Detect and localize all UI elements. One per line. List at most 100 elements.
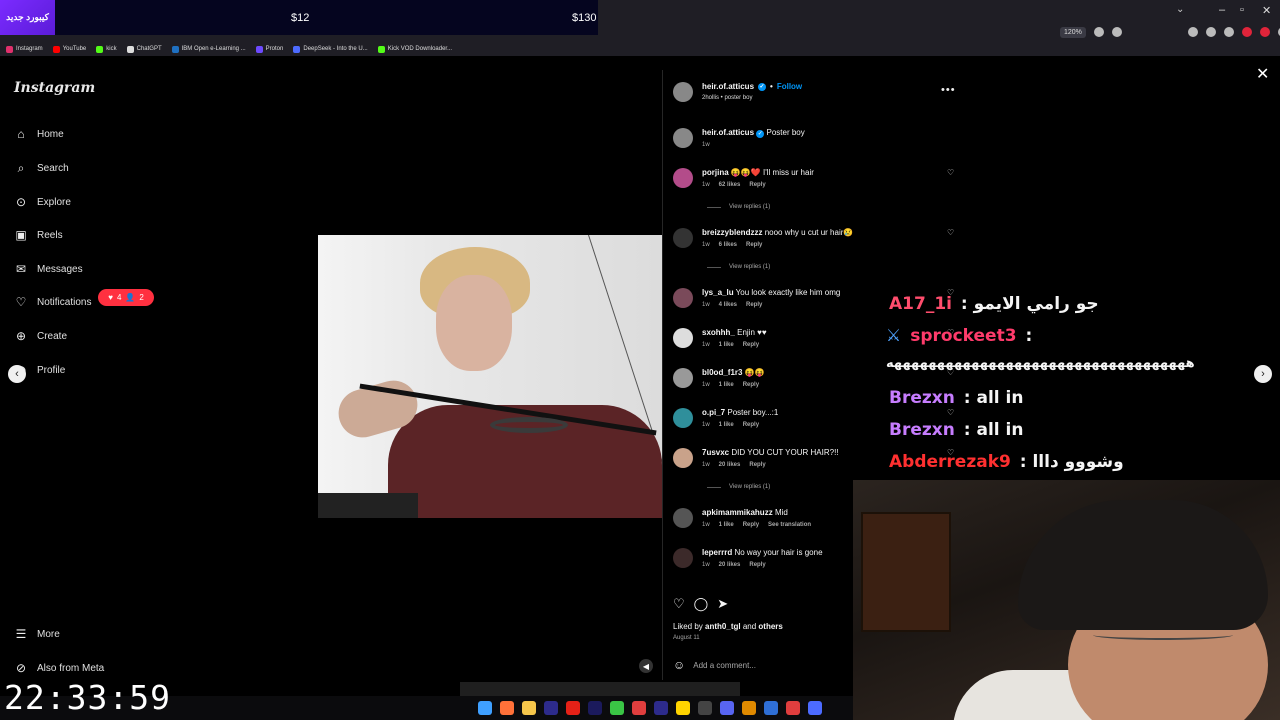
reader-icon[interactable]	[1093, 27, 1104, 37]
view-replies-button[interactable]: View replies (1)	[707, 264, 770, 270]
comment-user[interactable]: sxohhh_	[702, 328, 735, 337]
prev-post-button[interactable]: ‹	[8, 365, 26, 383]
sidebar-item-more[interactable]: ☰ More	[14, 627, 60, 641]
reply-button[interactable]: Reply	[743, 422, 759, 428]
comment-user[interactable]: leperrrd	[702, 548, 732, 557]
avatar[interactable]	[673, 168, 693, 188]
comment-like-icon[interactable]: ♡	[947, 408, 954, 417]
zoom-level[interactable]: 120%	[1060, 26, 1086, 38]
share-icon[interactable]: ➤	[717, 596, 728, 612]
comment-likes[interactable]: 62 likes	[719, 182, 741, 188]
windows-start-icon[interactable]	[478, 701, 492, 715]
bookmark-item[interactable]: Proton	[255, 45, 283, 53]
follow-button[interactable]: Follow	[777, 82, 802, 91]
account-icon[interactable]	[1187, 27, 1198, 37]
premiere-icon[interactable]	[544, 701, 558, 715]
comment-user[interactable]: bl0od_f1r3	[702, 368, 742, 377]
avatar[interactable]	[673, 328, 693, 348]
comment-icon[interactable]: ◯	[694, 596, 709, 612]
comment-likes[interactable]: 1 like	[719, 422, 734, 428]
sidebar-item-meta[interactable]: ⊘ Also from Meta	[14, 661, 104, 675]
comment-likes[interactable]: 20 likes	[719, 462, 741, 468]
avatar[interactable]	[673, 128, 693, 148]
comment-likes[interactable]: 1 like	[719, 382, 734, 388]
sidebar-item-home[interactable]: ⌂ Home	[14, 127, 63, 141]
sidebar-item-notifications[interactable]: ♡ Notifications	[14, 295, 92, 309]
bookmark-item[interactable]: DeepSeek - Into the U...	[293, 45, 368, 53]
comment-likes[interactable]: 1 like	[719, 342, 734, 348]
reply-button[interactable]: Reply	[746, 242, 762, 248]
avatar[interactable]	[673, 408, 693, 428]
reply-button[interactable]: Reply	[743, 342, 759, 348]
comment-user[interactable]: o.pi_7	[702, 408, 725, 417]
next-post-button[interactable]: ›	[1254, 365, 1272, 383]
minimize-icon[interactable]: –	[1219, 4, 1225, 16]
instagram-logo[interactable]: Instagram	[14, 80, 95, 96]
bookmark-item[interactable]: Kick VOD Downloader...	[377, 45, 452, 53]
star-icon[interactable]	[1111, 27, 1122, 37]
file-explorer-icon[interactable]	[522, 701, 536, 715]
youtube-extension-icon[interactable]	[1259, 27, 1270, 37]
after-effects-icon[interactable]	[588, 701, 602, 715]
view-replies-button[interactable]: View replies (1)	[707, 484, 770, 490]
like-icon[interactable]: ♡	[673, 596, 685, 612]
reply-button[interactable]: Reply	[743, 522, 759, 528]
premiere-2-icon[interactable]	[654, 701, 668, 715]
mute-icon[interactable]: ◀	[639, 659, 653, 673]
comment-user[interactable]: porjina	[702, 168, 729, 177]
avatar[interactable]	[673, 228, 693, 248]
view-replies-button[interactable]: View replies (1)	[707, 204, 770, 210]
see-translation-button[interactable]: See translation	[768, 522, 811, 528]
comment-like-icon[interactable]: ♡	[947, 228, 954, 237]
avatar[interactable]	[673, 288, 693, 308]
post-photo[interactable]	[318, 235, 662, 518]
comment-likes[interactable]: 1 like	[719, 522, 734, 528]
avatar[interactable]	[673, 82, 693, 102]
liked-by-others[interactable]: others	[758, 622, 782, 631]
record-icon[interactable]	[566, 701, 580, 715]
app-h-icon[interactable]	[610, 701, 624, 715]
discord-icon[interactable]	[720, 701, 734, 715]
avatar[interactable]	[673, 508, 693, 528]
sidebar-item-reels[interactable]: ▣ Reels	[14, 228, 62, 242]
reply-button[interactable]: Reply	[749, 182, 765, 188]
app-orange-icon[interactable]	[742, 701, 756, 715]
reply-button[interactable]: Reply	[749, 462, 765, 468]
close-icon[interactable]: ✕	[1256, 64, 1269, 84]
window-close-icon[interactable]: ✕	[1262, 4, 1271, 17]
author-username[interactable]: heir.of.atticus	[702, 82, 754, 91]
liked-by-user[interactable]: anth0_tgl	[705, 622, 741, 631]
avatar[interactable]	[673, 368, 693, 388]
caption-user[interactable]: heir.of.atticus	[702, 128, 754, 137]
comment-user[interactable]: 7usvxc	[702, 448, 729, 457]
bookmark-item[interactable]: IBM Open e-Learning ...	[171, 45, 246, 53]
notification-extension-icon[interactable]	[1241, 27, 1252, 37]
reply-button[interactable]: Reply	[743, 382, 759, 388]
reply-button[interactable]: Reply	[746, 302, 762, 308]
sidebar-item-search[interactable]: ⌕ Search	[14, 161, 69, 175]
add-comment-input[interactable]: ☺ Add a comment...	[673, 658, 756, 672]
miro-icon[interactable]	[676, 701, 690, 715]
restore-icon[interactable]: ▫	[1240, 4, 1244, 16]
app-blue-icon[interactable]	[764, 701, 778, 715]
app-red-2-icon[interactable]	[786, 701, 800, 715]
extensions-icon[interactable]	[1205, 27, 1216, 37]
comment-like-icon[interactable]: ♡	[947, 168, 954, 177]
comment-user[interactable]: apkimammikahuzz	[702, 508, 773, 517]
sidebar-item-create[interactable]: ⊕ Create	[14, 329, 67, 343]
pocket-icon[interactable]	[1223, 27, 1234, 37]
more-options-icon[interactable]: •••	[941, 84, 956, 96]
promo-banner[interactable]: كيبورد جديد $12 $130	[0, 0, 598, 35]
app-red-icon[interactable]	[632, 701, 646, 715]
bookmark-item[interactable]: YouTube	[52, 45, 86, 53]
app-circle-icon[interactable]	[698, 701, 712, 715]
comment-likes[interactable]: 20 likes	[719, 562, 741, 568]
avatar[interactable]	[673, 448, 693, 468]
bookmark-item[interactable]: ChatGPT	[126, 45, 162, 53]
comment-user[interactable]: breizzyblendzzz	[702, 228, 762, 237]
chevron-down-icon[interactable]: ⌄	[1176, 4, 1184, 15]
avatar[interactable]	[673, 548, 693, 568]
post-audio[interactable]: 2hollis • poster boy	[702, 95, 752, 101]
app-purple-icon[interactable]	[808, 701, 822, 715]
firefox-icon[interactable]	[500, 701, 514, 715]
